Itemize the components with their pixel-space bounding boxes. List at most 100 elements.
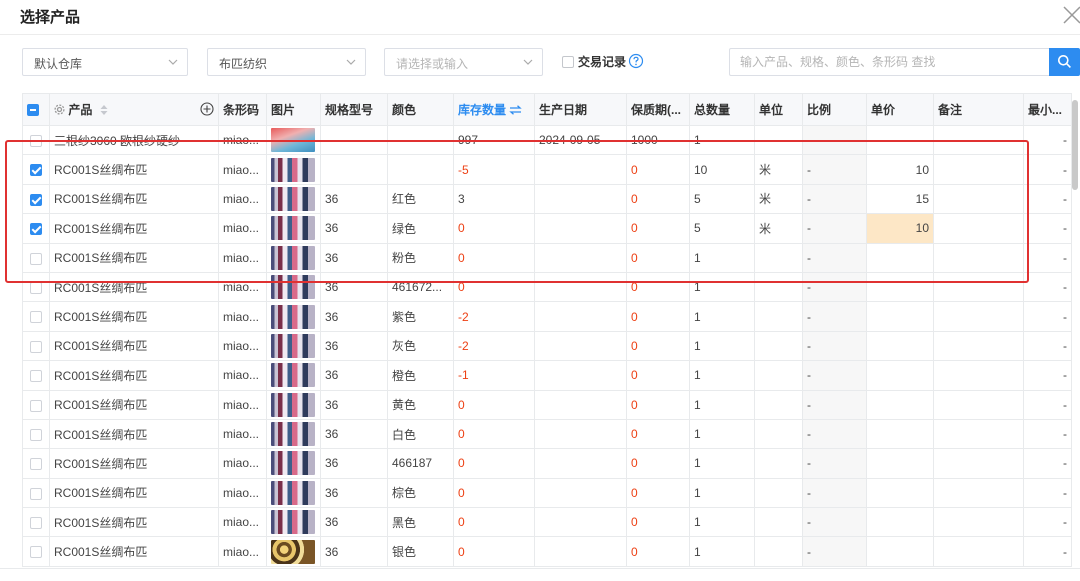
cell-note[interactable] <box>933 418 1024 450</box>
row-select-cell[interactable] <box>22 242 50 273</box>
column-header-product[interactable]: 产品 <box>49 93 219 126</box>
cell-total[interactable]: 5 <box>689 183 755 215</box>
gear-icon[interactable] <box>54 104 65 115</box>
column-header-spec[interactable]: 规格型号 <box>320 93 388 126</box>
column-header-stock[interactable]: 库存数量 <box>453 93 535 126</box>
row-checkbox[interactable] <box>30 340 42 353</box>
row-checkbox[interactable] <box>30 546 42 559</box>
row-select-cell[interactable] <box>22 507 50 538</box>
cell-note[interactable] <box>933 183 1024 215</box>
row-checkbox[interactable] <box>30 311 42 324</box>
cell-price[interactable]: 10 <box>866 154 934 185</box>
column-header-price[interactable]: 单价 <box>866 93 934 126</box>
column-header-ratio[interactable]: 比例 <box>802 93 867 126</box>
cell-total[interactable]: 1 <box>689 389 755 420</box>
row-checkbox[interactable] <box>30 281 42 294</box>
table-row[interactable]: RC001S丝绸布匹 miao... 36 黄色 0 0 1- - <box>22 389 1072 420</box>
table-row[interactable]: RC001S丝绸布匹 miao... 36 棕色 0 0 1- - <box>22 477 1072 509</box>
cell-price[interactable] <box>866 242 934 273</box>
table-row[interactable]: RC001S丝绸布匹 miao... 36 绿色 0 0 5 米 -10- <box>22 213 1072 244</box>
cell-note[interactable] <box>933 477 1024 509</box>
row-select-cell[interactable] <box>22 271 50 303</box>
cell-note[interactable] <box>933 330 1024 362</box>
row-select-cell[interactable] <box>22 213 50 244</box>
cell-note[interactable] <box>933 507 1024 538</box>
row-checkbox[interactable] <box>30 458 42 471</box>
help-icon[interactable] <box>628 53 644 69</box>
cell-price[interactable] <box>866 536 934 567</box>
option-select[interactable]: 请选择或输入 <box>384 48 543 76</box>
cell-price[interactable] <box>866 330 934 362</box>
column-header-note[interactable]: 备注 <box>933 93 1024 126</box>
table-row[interactable]: RC001S丝绸布匹 miao... 36 白色 0 0 1- - <box>22 418 1072 450</box>
row-checkbox[interactable] <box>30 370 42 383</box>
row-select-cell[interactable] <box>22 124 50 156</box>
table-row[interactable]: RC001S丝绸布匹 miao... 36 灰色 -2 0 1 - - <box>22 330 1072 362</box>
warehouse-select[interactable]: 默认仓库 <box>22 48 188 76</box>
cell-price[interactable] <box>866 301 934 332</box>
row-checkbox[interactable] <box>30 517 42 530</box>
cell-total[interactable]: 5 <box>689 213 755 244</box>
cell-price[interactable] <box>866 418 934 450</box>
cell-total[interactable]: 1 <box>689 301 755 332</box>
row-select-cell[interactable] <box>22 330 50 362</box>
row-select-cell[interactable] <box>22 418 50 450</box>
row-checkbox[interactable] <box>30 252 42 265</box>
cell-total[interactable]: 1 <box>689 271 755 303</box>
row-select-cell[interactable] <box>22 154 50 185</box>
cell-price[interactable] <box>866 477 934 509</box>
select-all-cell[interactable] <box>22 93 50 126</box>
table-row[interactable]: 三根纱3060 欧根纱硬纱 miao... 997 2024-09-05 1000 1 - <box>22 124 1072 156</box>
table-row[interactable]: RC001S丝绸布匹 miao... 36 粉色 0 0 1- - <box>22 242 1072 273</box>
row-select-cell[interactable] <box>22 389 50 420</box>
table-row[interactable]: RC001S丝绸布匹 miao... 36 461672... 0 0 1- - <box>22 271 1072 303</box>
cell-total[interactable]: 1 <box>689 124 755 156</box>
cell-total[interactable]: 1 <box>689 330 755 362</box>
column-header-barcode[interactable]: 条形码 <box>218 93 267 126</box>
cell-note[interactable] <box>933 271 1024 303</box>
row-checkbox[interactable] <box>30 399 42 412</box>
cell-total[interactable]: 1 <box>689 536 755 567</box>
cell-note[interactable] <box>933 301 1024 332</box>
cell-total[interactable]: 1 <box>689 418 755 450</box>
cell-total[interactable]: 1 <box>689 448 755 479</box>
table-row[interactable]: RC001S丝绸布匹 miao... 36 黑色 0 0 1- - <box>22 507 1072 538</box>
cell-price[interactable]: 15 <box>866 183 934 215</box>
sort-icon[interactable] <box>100 105 108 115</box>
row-select-cell[interactable] <box>22 477 50 509</box>
cell-note[interactable] <box>933 389 1024 420</box>
cell-price[interactable] <box>866 507 934 538</box>
table-row[interactable]: RC001S丝绸布匹 miao... 36 红色 3 0 5 米 -15- <box>22 183 1072 215</box>
cell-price[interactable] <box>866 271 934 303</box>
cell-price[interactable]: 10 <box>866 213 934 244</box>
vertical-scrollbar[interactable] <box>1072 100 1078 190</box>
column-header-unit[interactable]: 单位 <box>754 93 803 126</box>
table-row[interactable]: RC001S丝绸布匹 miao... 36 银色 0 0 1- - <box>22 536 1072 567</box>
cell-total[interactable]: 1 <box>689 477 755 509</box>
row-checkbox[interactable] <box>30 193 42 206</box>
row-select-cell[interactable] <box>22 536 50 567</box>
cell-note[interactable] <box>933 242 1024 273</box>
cell-note[interactable] <box>933 154 1024 185</box>
row-checkbox[interactable] <box>30 428 42 441</box>
column-header-shelf-life[interactable]: 保质期(... <box>626 93 690 126</box>
cell-total[interactable]: 1 <box>689 242 755 273</box>
category-select[interactable]: 布匹纺织 <box>207 48 366 76</box>
row-checkbox[interactable] <box>30 487 42 500</box>
cell-note[interactable] <box>933 536 1024 567</box>
row-select-cell[interactable] <box>22 448 50 479</box>
column-header-total[interactable]: 总数量 <box>689 93 755 126</box>
trade-record-checkbox[interactable] <box>562 56 574 68</box>
select-all-checkbox[interactable] <box>27 104 39 117</box>
row-checkbox[interactable] <box>30 135 42 148</box>
row-select-cell[interactable] <box>22 360 50 391</box>
cell-note[interactable] <box>933 448 1024 479</box>
table-row[interactable]: RC001S丝绸布匹 miao... 36 紫色 -2 0 1 - - <box>22 301 1072 332</box>
cell-note[interactable] <box>933 124 1024 156</box>
add-column-icon[interactable] <box>200 102 214 116</box>
cell-price[interactable] <box>866 360 934 391</box>
row-select-cell[interactable] <box>22 183 50 215</box>
row-checkbox[interactable] <box>30 164 42 177</box>
cell-price[interactable] <box>866 448 934 479</box>
cell-total[interactable]: 10 <box>689 154 755 185</box>
